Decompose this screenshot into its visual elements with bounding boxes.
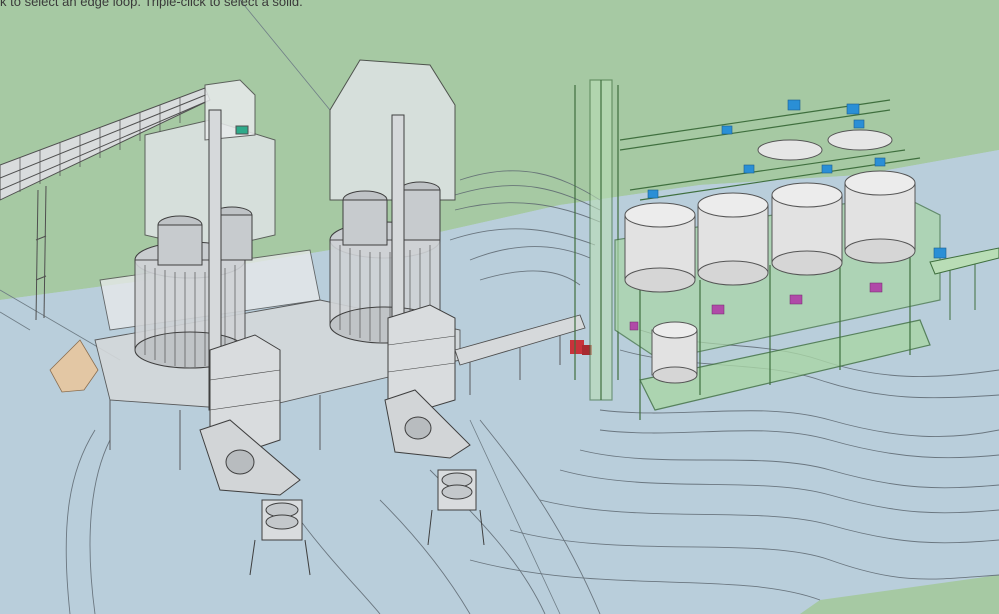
3d-viewport[interactable]: k to select an edge loop. Triple-click t…: [0, 0, 999, 614]
viewport-hint: k to select an edge loop. Triple-click t…: [0, 0, 303, 9]
model-canvas[interactable]: k to select an edge loop. Triple-click t…: [0, 0, 999, 614]
